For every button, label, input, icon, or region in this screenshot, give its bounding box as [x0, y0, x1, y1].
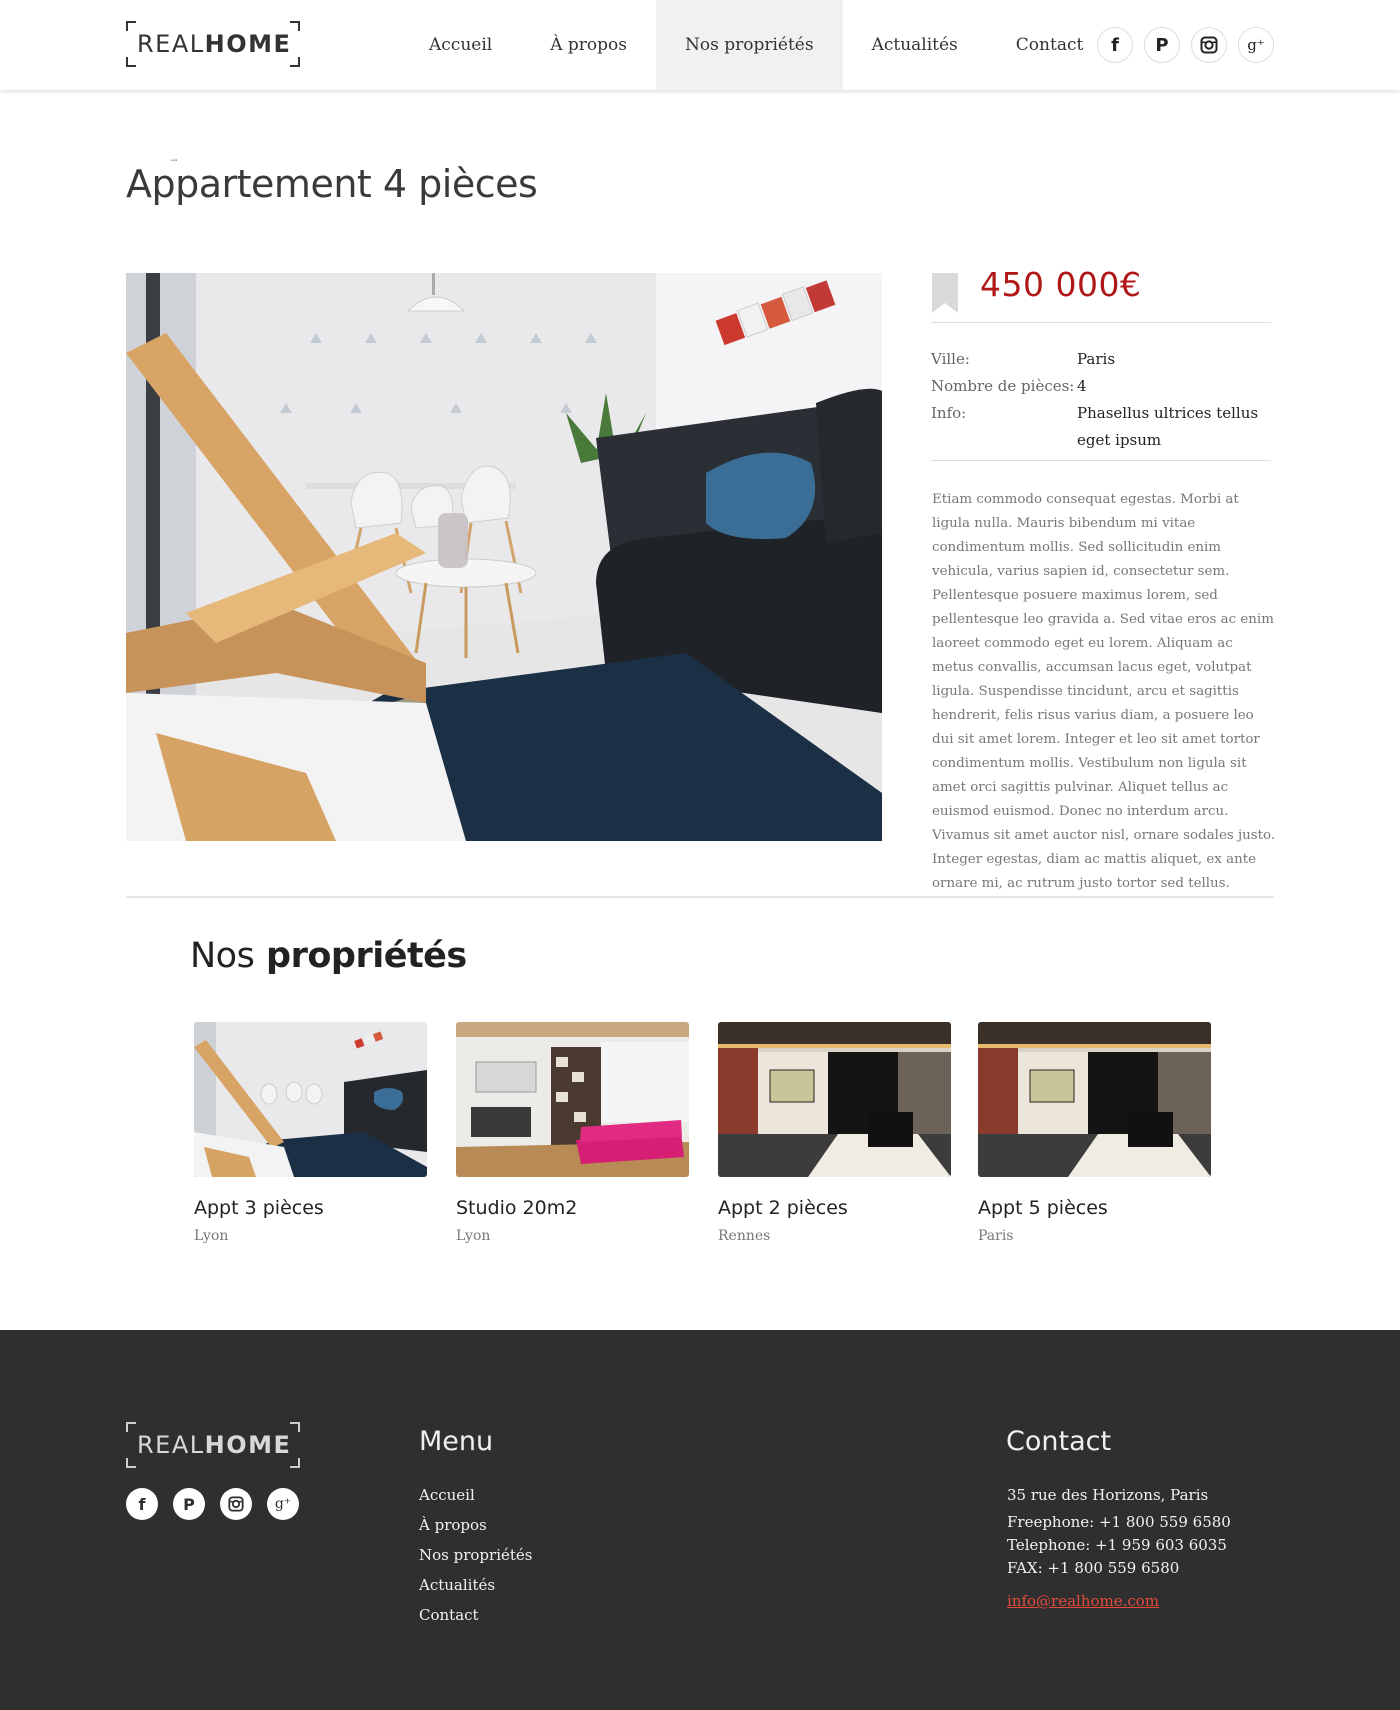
property-price: 450 000€: [980, 265, 1142, 304]
logo-text-light: REAL: [137, 30, 205, 58]
nav-item-contact[interactable]: Contact: [987, 0, 1113, 90]
property-thumbnail[interactable]: [194, 1022, 427, 1177]
nav-item-nos-proprietes[interactable]: Nos propriétés: [655, 0, 843, 90]
detail-label: Info:: [931, 404, 967, 422]
nav-item-actualites[interactable]: Actualités: [843, 0, 987, 90]
pinterest-icon[interactable]: P: [173, 1488, 205, 1520]
bookmark-icon[interactable]: [932, 273, 958, 313]
contact-fax: FAX: +1 800 559 6580: [1007, 1559, 1180, 1577]
property-name[interactable]: Appt 5 pièces: [978, 1197, 1211, 1219]
detail-label: Nombre de pièces:: [931, 377, 1075, 395]
property-name[interactable]: Appt 3 pièces: [194, 1197, 427, 1219]
heading-bold: propriétés: [266, 936, 467, 976]
contact-freephone: Freephone: +1 800 559 6580: [1007, 1513, 1231, 1531]
footer-logo[interactable]: REALHOME: [126, 1422, 300, 1468]
detail-value: Phasellus ultrices tellus eget ipsum: [1077, 404, 1259, 449]
property-card[interactable]: Appt 2 pièces Rennes: [718, 1022, 951, 1244]
footer-social-links: f P g⁺: [126, 1488, 299, 1520]
main-nav: Accueil À propos Nos propriétés Actualit…: [400, 0, 1112, 90]
heading-light: Nos: [190, 936, 255, 976]
property-city: Paris: [978, 1228, 1014, 1244]
contact-address: 35 rue des Horizons, Paris: [1007, 1486, 1209, 1504]
divider: [931, 460, 1271, 461]
header-social-links: f P g⁺: [1097, 27, 1274, 63]
detail-row-info: Info: Phasellus ultrices tellus eget ips…: [931, 400, 1271, 454]
logo-text-bold: HOME: [204, 30, 292, 58]
property-thumbnail[interactable]: [456, 1022, 689, 1177]
contact-email-link[interactable]: info@realhome.com: [1007, 1589, 1231, 1613]
property-details: Ville: Paris Nombre de pièces: 4 Info: P…: [931, 346, 1271, 454]
footer-menu: Accueil À propos Nos propriétés Actualit…: [419, 1480, 532, 1630]
footer-link-contact[interactable]: Contact: [419, 1600, 532, 1630]
property-description: Etiam commodo consequat egestas. Morbi a…: [932, 492, 1276, 891]
property-city: Lyon: [456, 1228, 491, 1244]
property-card[interactable]: Appt 5 pièces Paris: [978, 1022, 1211, 1244]
contact-phones: Freephone: +1 800 559 6580 Telephone: +1…: [1007, 1511, 1231, 1580]
realhome-logo[interactable]: REALHOME: [126, 21, 300, 67]
logo-text-light: REAL: [137, 1431, 205, 1459]
logo-text-bold: HOME: [204, 1431, 292, 1459]
footer-link-accueil[interactable]: Accueil: [419, 1480, 532, 1510]
property-city: Rennes: [718, 1228, 771, 1244]
divider: [931, 322, 1271, 323]
property-thumbnail[interactable]: [978, 1022, 1211, 1177]
detail-value: Paris: [1077, 350, 1116, 368]
detail-row-pieces: Nombre de pièces: 4: [931, 373, 1271, 400]
google-plus-icon[interactable]: g⁺: [267, 1488, 299, 1520]
detail-label: Ville:: [931, 350, 970, 368]
section-divider: [126, 896, 1274, 898]
property-city: Lyon: [194, 1228, 229, 1244]
properties-heading: Nos propriétés: [190, 936, 467, 976]
footer-link-nos-proprietes[interactable]: Nos propriétés: [419, 1540, 532, 1570]
contact-telephone: Telephone: +1 959 603 6035: [1007, 1536, 1227, 1554]
footer-contact: 35 rue des Horizons, Paris Freephone: +1…: [1007, 1480, 1231, 1613]
pinterest-icon[interactable]: P: [1144, 27, 1180, 63]
facebook-icon[interactable]: f: [126, 1488, 158, 1520]
site-footer: REALHOME f P g⁺ Menu Accueil À propos No…: [0, 1330, 1400, 1710]
google-plus-icon[interactable]: g⁺: [1238, 27, 1274, 63]
page-title: Appartement 4 pièces: [126, 162, 538, 206]
instagram-icon[interactable]: [220, 1488, 252, 1520]
instagram-icon[interactable]: [1191, 27, 1227, 63]
property-name[interactable]: Studio 20m2: [456, 1197, 689, 1219]
site-header: REALHOME Accueil À propos Nos propriétés…: [0, 0, 1400, 90]
footer-link-a-propos[interactable]: À propos: [419, 1510, 532, 1540]
detail-row-ville: Ville: Paris: [931, 346, 1271, 373]
nav-item-a-propos[interactable]: À propos: [521, 0, 656, 90]
footer-menu-title: Menu: [419, 1426, 494, 1457]
property-thumbnail[interactable]: [718, 1022, 951, 1177]
nav-item-accueil[interactable]: Accueil: [400, 0, 521, 90]
property-card[interactable]: Studio 20m2 Lyon: [456, 1022, 689, 1244]
footer-contact-title: Contact: [1006, 1426, 1112, 1457]
property-name[interactable]: Appt 2 pièces: [718, 1197, 951, 1219]
footer-link-actualites[interactable]: Actualités: [419, 1570, 532, 1600]
detail-value: 4: [1077, 377, 1087, 395]
property-card[interactable]: Appt 3 pièces Lyon: [194, 1022, 427, 1244]
main-property-photo[interactable]: [126, 273, 882, 841]
facebook-icon[interactable]: f: [1097, 27, 1133, 63]
